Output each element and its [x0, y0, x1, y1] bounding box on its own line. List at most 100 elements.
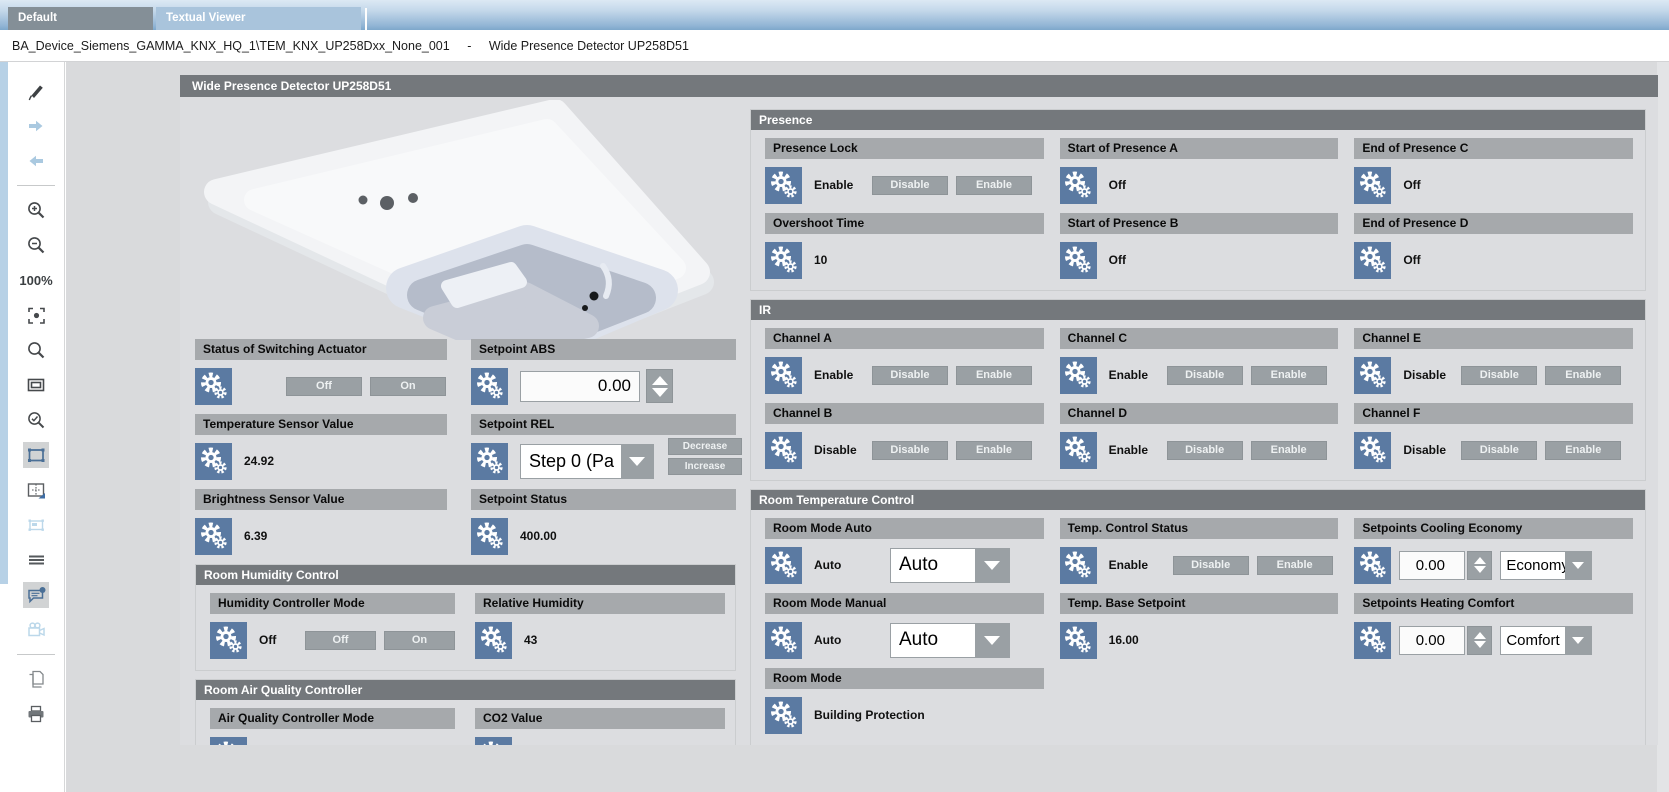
gear-icon[interactable]: [475, 737, 512, 746]
field-value: Auto: [814, 558, 878, 572]
dropdown-value: Auto: [891, 549, 975, 582]
cooling-economy-dropdown[interactable]: Economy: [1500, 551, 1592, 580]
field-end-of-presence-c: End of Presence C Off: [1354, 138, 1633, 213]
field-relative-humidity: Relative Humidity 43: [475, 593, 725, 668]
on-button[interactable]: On: [384, 631, 455, 650]
gear-icon[interactable]: [765, 622, 802, 659]
enable-button[interactable]: Enable: [956, 176, 1032, 195]
enable-button[interactable]: Enable: [1545, 366, 1621, 385]
gear-icon[interactable]: [1060, 167, 1097, 204]
back-arrow-icon[interactable]: [23, 148, 49, 174]
gear-icon[interactable]: [210, 737, 247, 746]
gear-icon[interactable]: [1354, 432, 1391, 469]
field-value: 6.39: [244, 529, 267, 543]
gear-icon[interactable]: [765, 167, 802, 204]
gear-icon[interactable]: [195, 368, 232, 405]
room-mode-auto-dropdown[interactable]: Auto: [890, 548, 1010, 583]
disable-button[interactable]: Disable: [1167, 441, 1243, 460]
print-icon[interactable]: [23, 701, 49, 727]
zoom-out-icon[interactable]: [23, 232, 49, 258]
off-button[interactable]: Off: [286, 377, 362, 396]
disable-button[interactable]: Disable: [1461, 441, 1537, 460]
comments-icon[interactable]: [23, 582, 49, 608]
disable-button[interactable]: Disable: [872, 441, 948, 460]
disable-button[interactable]: Disable: [872, 366, 948, 385]
dropdown-value: Auto: [891, 624, 975, 657]
field-brightness-sensor-value: Brightness Sensor Value 6.39: [195, 489, 447, 564]
tab-bar: Default Textual Viewer: [0, 0, 1669, 30]
tab-default[interactable]: Default: [8, 7, 153, 30]
gear-icon[interactable]: [1060, 622, 1097, 659]
room-mode-manual-dropdown[interactable]: Auto: [890, 623, 1010, 658]
gear-icon[interactable]: [1354, 167, 1391, 204]
field-value: Disable: [1403, 368, 1449, 382]
search-icon[interactable]: [23, 337, 49, 363]
spinner-updown[interactable]: [1467, 551, 1492, 580]
gear-icon[interactable]: [471, 518, 508, 555]
section-ir: IR Channel A Enable Disable: [750, 299, 1646, 481]
select-region-icon[interactable]: [23, 442, 49, 468]
tab-textual-viewer[interactable]: Textual Viewer: [156, 7, 361, 30]
gear-icon[interactable]: [1354, 622, 1391, 659]
decrease-button[interactable]: Decrease: [668, 438, 742, 455]
layout-grid-icon[interactable]: [23, 477, 49, 503]
setpoint-abs-input[interactable]: [520, 371, 640, 402]
enable-button[interactable]: Enable: [1257, 556, 1333, 575]
field-value: Enable: [814, 368, 860, 382]
chevron-down-icon: [621, 445, 653, 478]
gear-icon[interactable]: [1060, 242, 1097, 279]
disable-button[interactable]: Disable: [872, 176, 948, 195]
gear-icon[interactable]: [765, 242, 802, 279]
disable-button[interactable]: Disable: [1167, 366, 1243, 385]
setpoint-rel-dropdown[interactable]: Step 0 (Pa: [520, 444, 654, 479]
on-button[interactable]: On: [370, 377, 446, 396]
gear-icon[interactable]: [195, 518, 232, 555]
gear-icon[interactable]: [1354, 242, 1391, 279]
heating-comfort-input[interactable]: [1399, 626, 1465, 655]
zoom-in-icon[interactable]: [23, 197, 49, 223]
gear-icon[interactable]: [765, 357, 802, 394]
gear-icon[interactable]: [471, 368, 508, 405]
heating-comfort-dropdown[interactable]: Comfort: [1500, 626, 1592, 655]
pen-icon[interactable]: [23, 78, 49, 104]
zoom-verify-icon[interactable]: [23, 407, 49, 433]
gear-icon[interactable]: [1354, 357, 1391, 394]
gear-icon[interactable]: [765, 432, 802, 469]
cooling-economy-input[interactable]: [1399, 551, 1465, 580]
field-header: Channel A: [765, 328, 1044, 349]
field-header: CO2 Value: [475, 708, 725, 729]
enable-button[interactable]: Enable: [1251, 441, 1327, 460]
copy-icon[interactable]: [23, 666, 49, 692]
spinner-updown[interactable]: [646, 369, 673, 403]
zoom-level-label[interactable]: 100%: [23, 267, 49, 293]
enable-button[interactable]: Enable: [1251, 366, 1327, 385]
enable-button[interactable]: Enable: [1545, 441, 1621, 460]
increase-button[interactable]: Increase: [668, 458, 742, 475]
off-button[interactable]: Off: [305, 631, 376, 650]
field-value: Auto: [814, 633, 878, 647]
field-header: Room Mode Manual: [765, 593, 1044, 614]
disable-button[interactable]: Disable: [1173, 556, 1249, 575]
field-humidity-controller-mode: Humidity Controller Mode Off Off On: [210, 593, 455, 668]
fit-view-icon[interactable]: [23, 302, 49, 328]
disable-button[interactable]: Disable: [1461, 366, 1537, 385]
gear-icon[interactable]: [1354, 547, 1391, 584]
gear-icon[interactable]: [195, 443, 232, 480]
gear-icon[interactable]: [1060, 357, 1097, 394]
gear-icon[interactable]: [475, 622, 512, 659]
viewport-icon[interactable]: [23, 372, 49, 398]
gear-icon[interactable]: [765, 697, 802, 734]
spinner-updown[interactable]: [1467, 626, 1492, 655]
enable-button[interactable]: Enable: [956, 366, 1032, 385]
enable-button[interactable]: Enable: [956, 441, 1032, 460]
gear-icon[interactable]: [210, 622, 247, 659]
tab-separator: [365, 8, 367, 30]
gear-icon[interactable]: [1060, 547, 1097, 584]
gear-icon[interactable]: [471, 443, 508, 480]
gear-icon[interactable]: [765, 547, 802, 584]
forward-arrow-icon[interactable]: [23, 113, 49, 139]
list-lines-icon[interactable]: [23, 547, 49, 573]
field-start-of-presence-a: Start of Presence A Off: [1060, 138, 1339, 213]
field-end-of-presence-d: End of Presence D Off: [1354, 213, 1633, 288]
gear-icon[interactable]: [1060, 432, 1097, 469]
